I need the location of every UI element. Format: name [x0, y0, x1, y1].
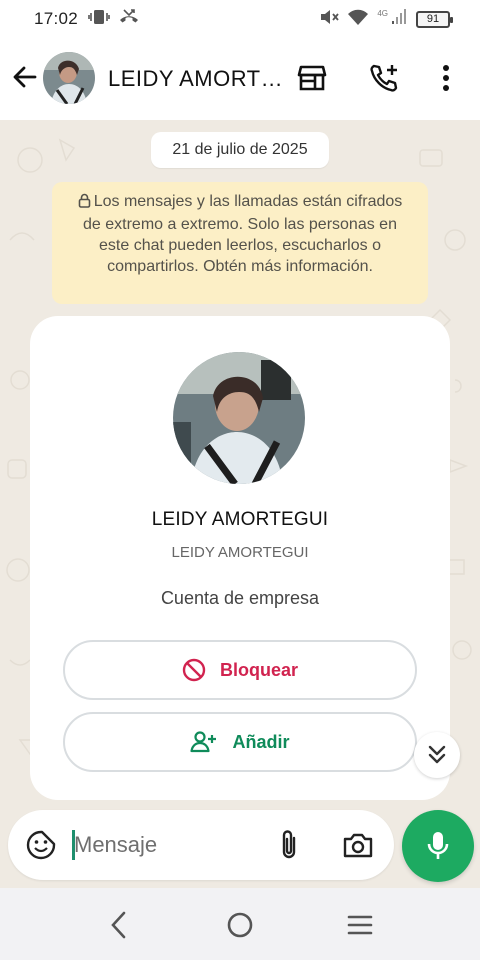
add-person-icon: [190, 731, 217, 753]
voice-record-button[interactable]: [402, 810, 474, 882]
signal-icon: [390, 8, 408, 31]
system-nav-bar: [0, 888, 480, 960]
chat-area: 21 de julio de 2025 Los mensajes y las l…: [0, 120, 480, 888]
contact-profile-card: LEIDY AMORTEGUI LEIDY AMORTEGUI Cuenta d…: [30, 316, 450, 800]
status-bar: 17:02 4G 91: [0, 0, 480, 38]
add-contact-button[interactable]: Añadir: [63, 712, 417, 772]
sticker-icon: [26, 830, 56, 860]
camera-button[interactable]: [340, 828, 376, 862]
contact-name[interactable]: LEIDY AMORT…: [108, 66, 283, 92]
nav-home-button[interactable]: [223, 908, 257, 942]
profile-subtitle: LEIDY AMORTEGUI: [171, 544, 309, 561]
profile-name: LEIDY AMORTEGUI: [151, 509, 329, 530]
chevron-left-icon: [111, 911, 126, 939]
profile-photo[interactable]: [173, 352, 305, 484]
date-separator: 21 de julio de 2025: [151, 132, 329, 168]
more-options-button[interactable]: [428, 60, 464, 96]
nav-back-button[interactable]: [102, 908, 136, 942]
nav-recents-button[interactable]: [343, 908, 377, 942]
home-circle-icon: [227, 912, 253, 938]
block-icon: [182, 658, 206, 682]
status-time: 17:02: [34, 9, 79, 28]
catalog-button[interactable]: [294, 60, 330, 96]
paperclip-icon: [282, 830, 296, 859]
message-input[interactable]: [74, 827, 254, 863]
add-call-icon: [370, 64, 398, 92]
account-type-label: Cuenta de empresa: [160, 588, 320, 608]
more-vertical-icon: [443, 65, 449, 91]
add-button-label: Añadir: [232, 731, 290, 752]
call-button[interactable]: [366, 60, 402, 96]
microphone-icon: [427, 832, 449, 859]
encryption-notice-text: Los mensajes y las llamadas están cifrad…: [83, 193, 403, 275]
lock-icon: [78, 193, 91, 214]
mute-icon: [319, 8, 340, 31]
battery-icon: 91: [416, 10, 453, 28]
contact-avatar[interactable]: [43, 52, 95, 104]
network-type: 4G: [377, 8, 388, 18]
vibrate-icon: [88, 8, 110, 31]
encryption-notice[interactable]: Los mensajes y las llamadas están cifrad…: [52, 182, 428, 304]
double-chevron-down-icon: [428, 745, 446, 764]
menu-lines-icon: [347, 915, 373, 935]
attach-button[interactable]: [272, 827, 306, 863]
back-arrow-icon: [13, 66, 37, 88]
block-button-label: Bloquear: [219, 659, 298, 680]
back-button[interactable]: [8, 60, 42, 94]
sticker-button[interactable]: [24, 828, 58, 862]
missed-call-icon: [118, 8, 140, 31]
block-button[interactable]: Bloquear: [63, 640, 417, 700]
camera-icon: [343, 833, 373, 858]
message-composer: [8, 810, 394, 880]
wifi-icon: [347, 8, 369, 31]
scroll-to-bottom-button[interactable]: [414, 732, 460, 778]
store-icon: [297, 65, 327, 91]
chat-header: LEIDY AMORT…: [0, 38, 480, 120]
